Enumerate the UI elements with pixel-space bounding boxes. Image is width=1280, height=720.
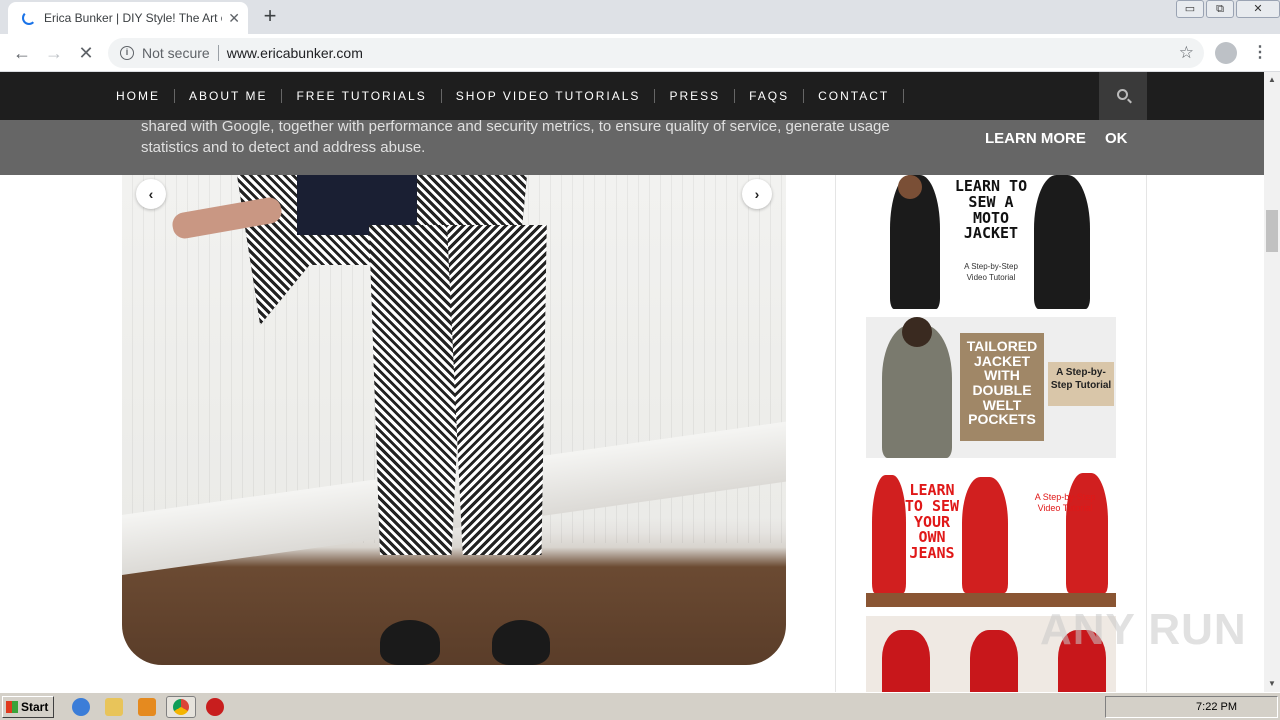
window-controls: ▭ ⧉ ✕ (1174, 0, 1280, 20)
nav-faqs[interactable]: FAQS (735, 89, 805, 103)
browser-tab[interactable]: Erica Bunker | DIY Style! The Art of ( ✕ (8, 2, 248, 34)
promo-moto-jacket[interactable]: LEARN TO SEW A MOTO JACKET A Step-by-Ste… (866, 175, 1116, 309)
info-icon[interactable]: i (120, 46, 134, 60)
restore-button[interactable]: ⧉ (1206, 0, 1234, 18)
model-figure (1066, 473, 1108, 593)
bookmark-star-icon[interactable]: ☆ (1179, 43, 1194, 63)
omnibox-separator (217, 45, 219, 61)
stop-loading-button[interactable]: ✕ (74, 41, 98, 65)
site-nav: HOME ABOUT ME FREE TUTORIALS SHOP VIDEO … (0, 72, 1264, 120)
watermark: ANY RUN (1040, 605, 1247, 654)
web-page: ‹ › LEARN TO SEW A MOTO JACKET A Step-by… (0, 72, 1264, 692)
model-figure (872, 475, 906, 593)
new-tab-button[interactable]: + (258, 4, 282, 28)
clock[interactable]: 7:22 PM (1196, 701, 1237, 713)
back-button[interactable]: ← (10, 41, 34, 65)
browser-menu-icon[interactable]: ⋮ (1252, 42, 1268, 64)
media-player-icon[interactable] (138, 698, 156, 716)
model-figure (882, 630, 930, 692)
nav-shop-video-tutorials[interactable]: SHOP VIDEO TUTORIALS (442, 89, 656, 103)
model-figure (970, 630, 1018, 692)
tab-title: Erica Bunker | DIY Style! The Art of ( (44, 11, 223, 25)
nav-contact[interactable]: CONTACT (804, 89, 905, 103)
tab-close-icon[interactable]: ✕ (228, 10, 240, 27)
cookie-text: shared with Google, together with perfor… (141, 118, 890, 156)
windows-logo-icon (6, 701, 18, 713)
loading-spinner-icon (22, 11, 36, 25)
profile-avatar-icon[interactable] (1215, 42, 1237, 64)
nav-free-tutorials[interactable]: FREE TUTORIALS (282, 89, 442, 103)
model-head (898, 175, 922, 199)
opera-icon[interactable] (206, 698, 224, 716)
vertical-scrollbar[interactable]: ▲ ▼ (1264, 72, 1280, 692)
slider-next-button[interactable]: › (742, 179, 772, 209)
system-tray: 7:22 PM (1105, 696, 1278, 718)
security-label[interactable]: Not secure (142, 45, 210, 61)
scroll-down-icon[interactable]: ▼ (1264, 676, 1280, 692)
model-figure (1034, 175, 1090, 309)
minimize-button[interactable]: ▭ (1176, 0, 1204, 18)
chrome-taskbar-button[interactable] (166, 696, 196, 718)
slider-photo[interactable] (122, 175, 786, 665)
tab-strip: Erica Bunker | DIY Style! The Art of ( ✕… (0, 0, 1280, 34)
learn-more-button[interactable]: LEARN MORE (985, 130, 1086, 147)
nav-press[interactable]: PRESS (655, 89, 736, 103)
left-shoe (380, 620, 440, 665)
right-shoe (492, 620, 550, 665)
taskbar: Start 7:22 PM (0, 692, 1280, 720)
model-head (902, 317, 932, 347)
scroll-thumb[interactable] (1266, 210, 1278, 252)
promo-jeans[interactable]: LEARN TO SEW YOUR OWN JEANS A Step-by-St… (866, 465, 1116, 607)
promo-title: LEARN TO SEW A MOTO JACKET (954, 177, 1028, 243)
site-search-button[interactable] (1099, 72, 1147, 120)
promo-subtitle: A Step-by-Step Tutorial (1048, 362, 1114, 406)
promo-subtitle: A Step-by-Step Video Tutorial (964, 262, 1018, 282)
promo-title: TAILORED JACKET WITH DOUBLE WELT POCKETS (966, 338, 1038, 428)
nav-home[interactable]: HOME (102, 89, 175, 103)
url-text[interactable]: www.ericabunker.com (227, 45, 363, 61)
folder-icon[interactable] (105, 698, 123, 716)
start-button[interactable]: Start (2, 696, 54, 718)
slider-prev-button[interactable]: ‹ (136, 179, 166, 209)
ok-button[interactable]: OK (1105, 130, 1128, 147)
sidebar-divider (835, 175, 836, 692)
start-label: Start (21, 700, 49, 714)
ie-icon[interactable] (72, 698, 90, 716)
promo-subtitle: A Step-by-Step Video Tutorial (1034, 492, 1096, 513)
nav-about-me[interactable]: ABOUT ME (175, 89, 283, 103)
promo-tailored-jacket[interactable]: TAILORED JACKET WITH DOUBLE WELT POCKETS… (866, 317, 1116, 458)
model-figure (962, 477, 1008, 593)
cookie-banner: shared with Google, together with perfor… (0, 118, 1264, 175)
right-leg (447, 225, 547, 555)
promo-title: LEARN TO SEW YOUR OWN JEANS (904, 481, 960, 562)
scroll-up-icon[interactable]: ▲ (1264, 72, 1280, 88)
browser-toolbar: ← → ✕ i Not secure www.ericabunker.com ☆… (0, 34, 1280, 72)
chrome-icon (173, 699, 189, 715)
forward-button[interactable]: → (42, 41, 66, 65)
close-window-button[interactable]: ✕ (1236, 0, 1280, 18)
search-icon (1117, 89, 1128, 100)
address-bar[interactable]: i Not secure www.ericabunker.com ☆ (108, 38, 1204, 68)
